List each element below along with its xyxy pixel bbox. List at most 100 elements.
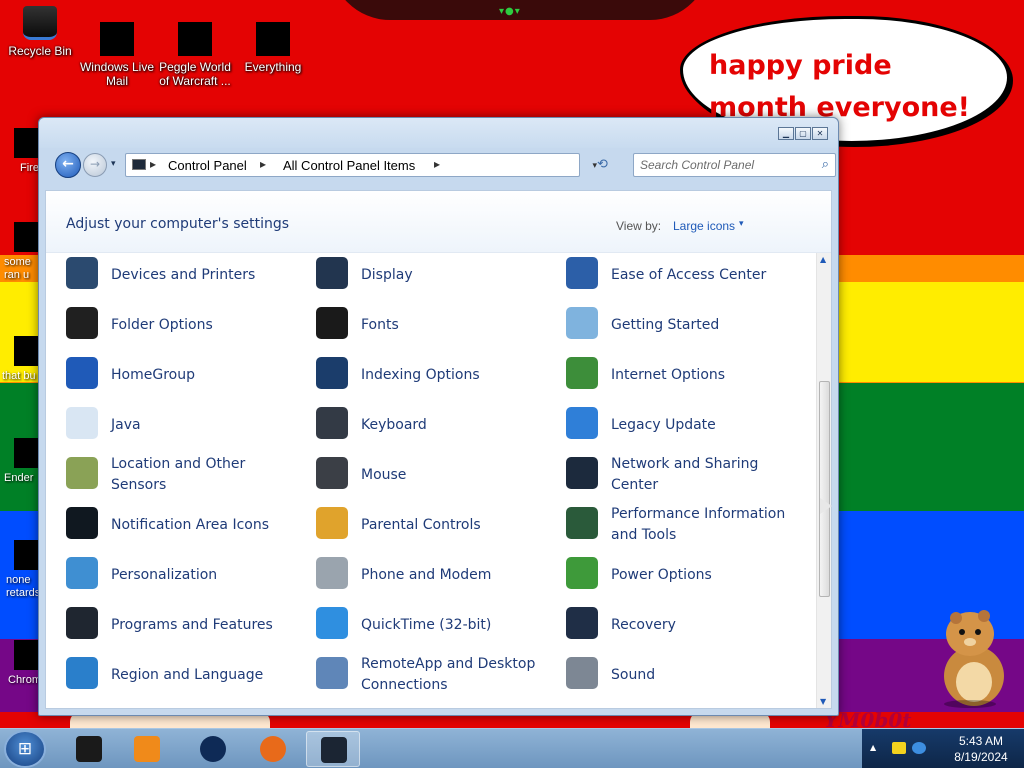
- navigation-bar: ← → ▾ ▸ Control Panel ▸ All Control Pane…: [49, 148, 836, 182]
- control-panel-item-label: Phone and Modem: [361, 566, 492, 583]
- chevron-down-icon[interactable]: ▾: [739, 219, 744, 229]
- forward-button[interactable]: →: [83, 153, 107, 177]
- taskbar-app-earth[interactable]: [186, 731, 240, 767]
- control-panel-item-label: Region and Language: [111, 666, 264, 683]
- control-panel-item[interactable]: Indexing Options: [296, 353, 536, 397]
- desktop-icon-label: Peggle World of Warcraft ...: [159, 60, 231, 88]
- control-panel-item[interactable]: Parental Controls: [296, 503, 536, 547]
- search-input[interactable]: Search Control Panel: [640, 158, 754, 172]
- windows-live-mail-icon: [100, 22, 134, 56]
- search-icon[interactable]: ⌕: [822, 157, 829, 172]
- network-icon[interactable]: [912, 742, 926, 754]
- control-panel-item[interactable]: Sound: [546, 653, 786, 697]
- media-player-icon: [134, 736, 160, 762]
- system-tray: ▲ 5:43 AM 8/19/2024: [862, 729, 1024, 768]
- breadcrumb-control-panel[interactable]: Control Panel: [168, 158, 247, 173]
- desktop-icon-left-2[interactable]: some ran u: [0, 222, 42, 282]
- clock[interactable]: 5:43 AM 8/19/2024: [940, 733, 1022, 765]
- control-panel-item-label: Legacy Update: [611, 416, 716, 433]
- maximize-button[interactable]: ▢: [795, 127, 811, 140]
- control-panel-item[interactable]: Recovery: [546, 603, 786, 647]
- control-panel-item[interactable]: Location and Other Sensors: [46, 453, 286, 497]
- desktop-icon-recycle-bin[interactable]: Recycle Bin: [0, 6, 80, 58]
- control-panel-item[interactable]: Network and Sharing Center: [546, 453, 786, 497]
- desktop-icon-left-4[interactable]: Ender: [0, 438, 42, 485]
- recent-pages-dropdown[interactable]: ▾: [111, 159, 116, 169]
- window-titlebar[interactable]: ▁ ▢ ✕: [39, 118, 838, 148]
- breadcrumb-separator[interactable]: ▸: [260, 157, 266, 171]
- desktop-icon-label: none retards: [6, 574, 41, 599]
- control-panel-item[interactable]: Personalization: [46, 553, 286, 597]
- everything-icon: [256, 22, 290, 56]
- notification-area-icon: [66, 507, 98, 539]
- control-panel-item[interactable]: HomeGroup: [46, 353, 286, 397]
- control-panel-item-label: Fonts: [361, 316, 399, 333]
- control-panel-item[interactable]: Fonts: [296, 303, 536, 347]
- control-panel-item-label: Keyboard: [361, 416, 427, 433]
- mouse-cursor: [820, 498, 832, 514]
- desktop-icon-left-6[interactable]: Chrom: [0, 640, 42, 687]
- control-panel-item[interactable]: Phone and Modem: [296, 553, 536, 597]
- desktop-icon-label: Recycle Bin: [8, 44, 72, 58]
- taskbar-app-recycle[interactable]: [62, 731, 116, 767]
- start-button[interactable]: ⊞: [4, 730, 46, 768]
- control-panel-item[interactable]: Devices and Printers: [46, 253, 286, 297]
- close-button[interactable]: ✕: [812, 127, 828, 140]
- personalization-icon: [66, 557, 98, 589]
- getting-started-icon: [566, 307, 598, 339]
- control-panel-item[interactable]: Internet Options: [546, 353, 786, 397]
- chrome-shortcut-icon: [14, 640, 40, 670]
- control-panel-item-label: Devices and Printers: [111, 266, 256, 283]
- fonts-icon: [316, 307, 348, 339]
- control-panel-item[interactable]: Region and Language: [46, 653, 286, 697]
- control-panel-item[interactable]: Ease of Access Center: [546, 253, 786, 297]
- control-panel-item[interactable]: Notification Area Icons: [46, 503, 286, 547]
- control-panel-item[interactable]: Performance Information and Tools: [546, 503, 786, 547]
- breadcrumb-all-items[interactable]: All Control Panel Items: [283, 158, 415, 173]
- taskbar-app-firefox[interactable]: [246, 731, 300, 767]
- taskbar-app-control-panel[interactable]: [306, 731, 360, 767]
- control-panel-item[interactable]: Getting Started: [546, 303, 786, 347]
- folder-options-icon: [66, 307, 98, 339]
- control-panel-item[interactable]: RemoteApp and Desktop Connections: [296, 653, 536, 697]
- control-panel-item[interactable]: Keyboard: [296, 403, 536, 447]
- view-by-dropdown[interactable]: Large icons: [673, 219, 735, 233]
- desktop-icon-label: Windows Live Mail: [79, 60, 155, 88]
- scroll-up-arrow[interactable]: ▲: [820, 255, 826, 264]
- minimize-button[interactable]: ▁: [778, 127, 794, 140]
- control-panel-item[interactable]: Legacy Update: [546, 403, 786, 447]
- desktop-icon-windows-live-mail[interactable]: Windows Live Mail: [77, 22, 157, 88]
- desktop-icon-left-1[interactable]: Fire: [0, 128, 42, 175]
- desktop-icon-left-5[interactable]: none retards: [0, 540, 42, 600]
- desktop-icon-peggle[interactable]: Peggle World of Warcraft ...: [155, 22, 235, 88]
- control-panel-item[interactable]: Display: [296, 253, 536, 297]
- control-panel-item[interactable]: QuickTime (32-bit): [296, 603, 536, 647]
- desktop-icon-everything[interactable]: Everything: [233, 22, 313, 74]
- control-panel-item[interactable]: Power Options: [546, 553, 786, 597]
- control-panel-icon: [321, 737, 347, 763]
- show-hidden-icons-button[interactable]: ▲: [870, 743, 876, 752]
- location-sensors-icon: [66, 457, 98, 489]
- performance-info-icon: [566, 507, 598, 539]
- search-box[interactable]: Search Control Panel ⌕: [633, 153, 836, 177]
- clock-date: 8/19/2024: [954, 750, 1008, 764]
- taskbar-app-media[interactable]: [120, 731, 174, 767]
- control-panel-item[interactable]: Programs and Features: [46, 603, 286, 647]
- vertical-scrollbar[interactable]: ▲ ▼: [816, 253, 831, 708]
- control-panel-item-label: Sound: [611, 666, 656, 683]
- control-panel-item[interactable]: Java: [46, 403, 286, 447]
- shortcut-icon: [14, 438, 40, 468]
- back-button[interactable]: ←: [55, 152, 81, 178]
- control-panel-item[interactable]: Folder Options: [46, 303, 286, 347]
- control-panel-item[interactable]: Mouse: [296, 453, 536, 497]
- scrollbar-thumb[interactable]: [819, 381, 830, 597]
- scroll-down-arrow[interactable]: ▼: [820, 697, 826, 706]
- breadcrumb-separator[interactable]: ▸: [434, 157, 440, 171]
- address-bar[interactable]: ▸ Control Panel ▸ All Control Panel Item…: [125, 153, 597, 177]
- breadcrumb-separator[interactable]: ▸: [150, 157, 156, 171]
- desktop-icon-left-3[interactable]: that bu: [0, 336, 42, 383]
- control-panel-item-label: Display: [361, 266, 413, 283]
- refresh-icon[interactable]: ⟲: [597, 157, 608, 172]
- action-center-icon[interactable]: [892, 742, 906, 754]
- keyboard-icon: [316, 407, 348, 439]
